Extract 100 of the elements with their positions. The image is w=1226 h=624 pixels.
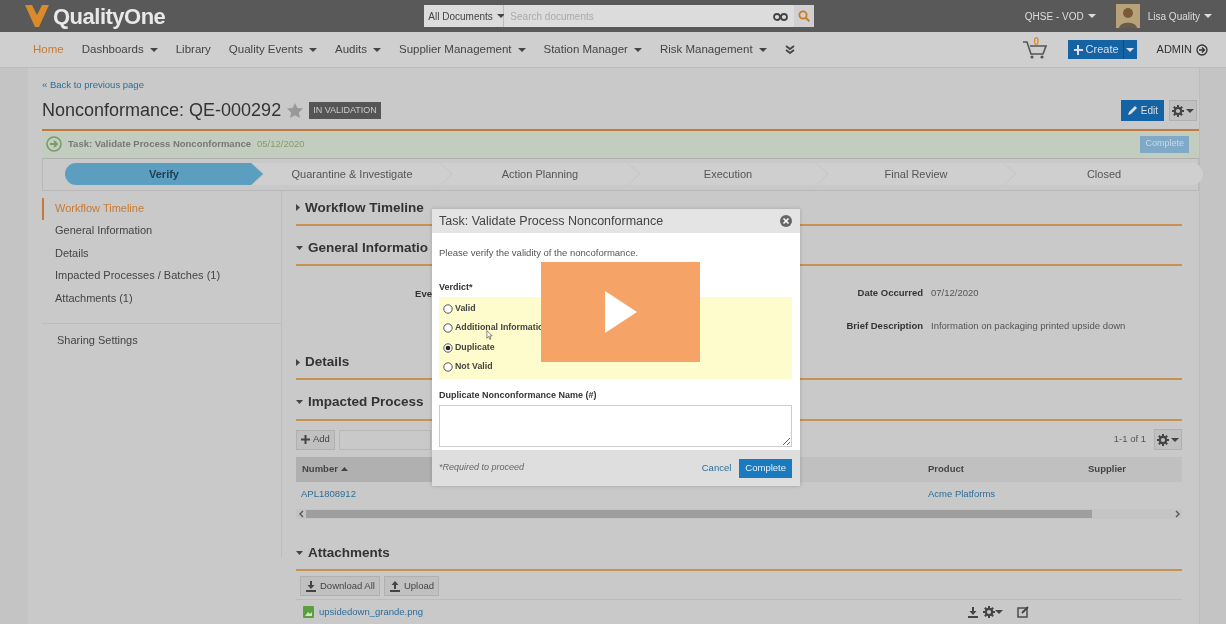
caret-icon xyxy=(1171,437,1179,442)
scope-dropdown[interactable]: All Documents xyxy=(424,5,505,27)
create-button[interactable]: Create xyxy=(1067,40,1123,59)
play-icon xyxy=(604,291,637,333)
more-icon[interactable] xyxy=(784,45,795,54)
scrollbar[interactable] xyxy=(296,508,1182,519)
column-header[interactable]: Supplier xyxy=(1082,456,1182,482)
section-heading[interactable]: Workflow Timeline xyxy=(305,197,424,218)
status-badge: IN VALIDATION xyxy=(309,101,381,120)
caret-icon[interactable] xyxy=(296,204,300,212)
cursor-icon xyxy=(486,330,493,340)
option-label[interactable]: Duplicate xyxy=(455,340,495,355)
caret-icon xyxy=(1087,14,1096,18)
avatar-icon xyxy=(1115,4,1140,28)
user-menu[interactable]: Lisa Quality xyxy=(1115,4,1212,28)
file-link[interactable]: upsidedown_grande.png xyxy=(319,604,424,619)
section-heading[interactable]: Attachments xyxy=(308,542,390,563)
option-label[interactable]: Not Valid xyxy=(455,360,493,374)
instructions-text: Please verify the validity of the noncoformance. xyxy=(439,246,640,260)
field-label: Date Occurred xyxy=(856,286,923,300)
field-label: Duplicate Nonconformance Name (#) xyxy=(439,388,598,402)
table-settings-button[interactable] xyxy=(1154,429,1182,450)
sidebar-item[interactable]: Attachments (1) xyxy=(42,287,281,310)
workflow-stage[interactable]: Final Review xyxy=(817,163,1015,185)
caret-icon xyxy=(1204,14,1212,18)
radio-button[interactable] xyxy=(443,323,453,333)
download-icon xyxy=(967,605,980,618)
required-note: *Required to proceed xyxy=(439,461,525,475)
star-icon[interactable] xyxy=(287,103,304,118)
plus-icon xyxy=(1073,44,1083,55)
back-link[interactable]: « Back to previous page xyxy=(42,78,144,93)
column-header[interactable]: Number xyxy=(296,456,432,482)
search-icon xyxy=(798,10,811,22)
workflow-stage[interactable]: Execution xyxy=(629,163,827,185)
nav-menu-item[interactable]: Library xyxy=(175,40,211,59)
record-count: 1-1 of 1 xyxy=(1113,432,1146,447)
search-button[interactable] xyxy=(794,5,815,27)
sidebar-item[interactable]: Sharing Settings xyxy=(42,330,281,353)
nav-menu-item[interactable]: Audits xyxy=(335,40,381,59)
workflow-stage[interactable]: Action Planning xyxy=(441,163,639,185)
plus-icon xyxy=(301,435,310,444)
nav-menu-item[interactable]: Quality Events xyxy=(228,40,317,59)
download-all-button[interactable]: Download All xyxy=(300,575,380,596)
table-cell[interactable]: APL1808912 xyxy=(296,486,432,502)
vault-menu[interactable]: QHSE - VOD xyxy=(1024,8,1096,24)
section-heading[interactable]: Details xyxy=(305,352,350,373)
field-label: Eve xyxy=(414,287,432,301)
complete-button[interactable]: Complete xyxy=(739,458,792,478)
caret-icon[interactable] xyxy=(296,400,303,405)
nav-menu-item[interactable]: Station Manager xyxy=(543,40,642,59)
caret-icon[interactable] xyxy=(296,245,303,250)
column-header[interactable]: Product xyxy=(922,456,1082,482)
workflow-stage[interactable]: Quarantine & Investigate xyxy=(253,163,451,185)
field-value: Information on packaging printed upside down xyxy=(931,319,1126,333)
option-label[interactable]: Additional Informatio xyxy=(455,321,544,335)
field-label: Verdict* xyxy=(439,281,474,295)
caret-icon xyxy=(995,609,1004,614)
arrow-circle-icon xyxy=(46,136,62,152)
add-button[interactable]: Add xyxy=(296,429,335,450)
upload-icon xyxy=(388,579,401,592)
file-settings-button[interactable] xyxy=(983,605,1004,618)
workflow-stage[interactable]: Closed xyxy=(1005,163,1203,185)
edit-icon[interactable] xyxy=(1017,605,1030,618)
page-title: Nonconformance: QE-000292 xyxy=(42,99,282,122)
caret-icon xyxy=(1186,108,1194,113)
nav-menu-item[interactable]: Dashboards xyxy=(81,40,158,59)
pencil-icon xyxy=(1126,105,1138,116)
section-heading[interactable]: Impacted Process xyxy=(308,392,424,413)
nav-menu-item[interactable]: Supplier Management xyxy=(399,40,526,59)
task-date: 05/12/2020 xyxy=(257,136,305,151)
logo-icon xyxy=(25,5,49,27)
cancel-link[interactable]: Cancel xyxy=(701,460,732,476)
sidebar-item[interactable]: General Information xyxy=(42,220,281,243)
radio-button[interactable] xyxy=(443,303,453,314)
caret-icon[interactable] xyxy=(296,358,300,366)
radio-button[interactable] xyxy=(443,342,453,353)
caret-icon[interactable] xyxy=(296,550,303,555)
sidebar-item[interactable]: Impacted Processes / Batches (1) xyxy=(42,265,281,288)
settings-button[interactable] xyxy=(1169,100,1197,121)
radio-button[interactable] xyxy=(443,362,453,372)
task-name: Task: Validate Process Nonconformance xyxy=(68,136,252,151)
binoculars-icon[interactable] xyxy=(773,11,789,21)
option-label[interactable]: Valid xyxy=(455,301,476,316)
download-icon xyxy=(305,579,317,592)
table-cell[interactable]: Acme Platforms xyxy=(922,486,1082,502)
filter-field[interactable] xyxy=(338,429,431,450)
close-icon[interactable] xyxy=(780,215,792,227)
caret-icon xyxy=(496,14,505,18)
gear-icon xyxy=(1172,104,1184,117)
section-heading[interactable]: General Informatio xyxy=(308,237,429,258)
workflow-stage[interactable]: Verify xyxy=(65,163,263,185)
name-field[interactable] xyxy=(439,405,792,448)
edit-button[interactable]: Edit xyxy=(1120,100,1164,121)
sidebar-item[interactable]: Details xyxy=(42,242,281,265)
caret-icon xyxy=(1126,47,1135,52)
admin-link[interactable]: ADMIN xyxy=(1156,41,1208,58)
nav-menu-item[interactable]: Risk Management xyxy=(659,40,767,59)
gear-icon xyxy=(1157,433,1169,446)
upload-button[interactable]: Upload xyxy=(383,575,440,596)
gear-icon xyxy=(983,605,996,618)
